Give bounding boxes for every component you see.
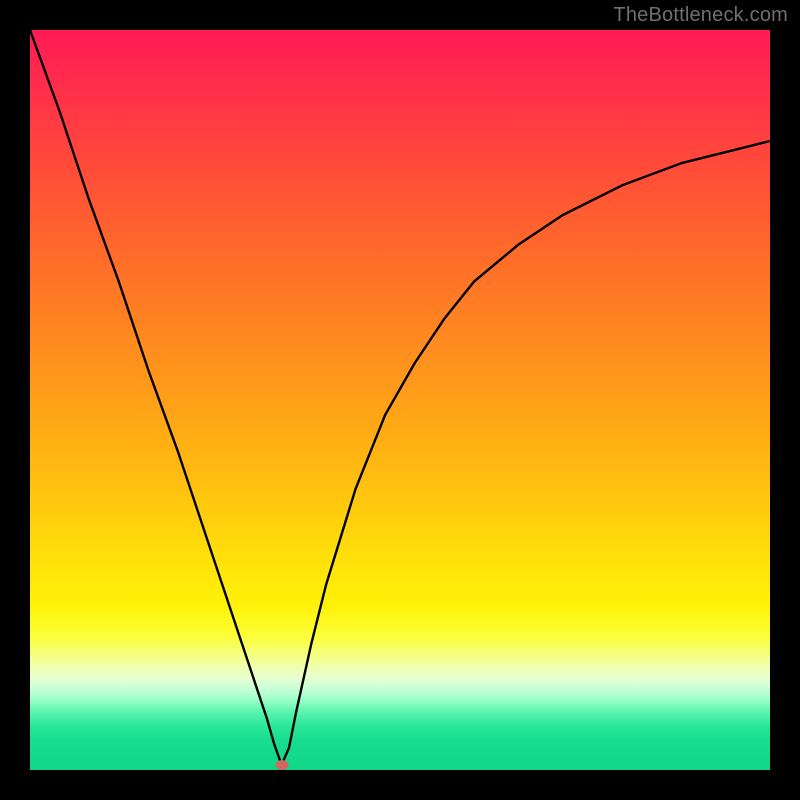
- bottleneck-curve: [30, 30, 770, 770]
- plot-area: [30, 30, 770, 770]
- min-marker: [275, 760, 288, 770]
- watermark-text: TheBottleneck.com: [613, 4, 788, 27]
- chart-frame: TheBottleneck.com: [0, 0, 800, 800]
